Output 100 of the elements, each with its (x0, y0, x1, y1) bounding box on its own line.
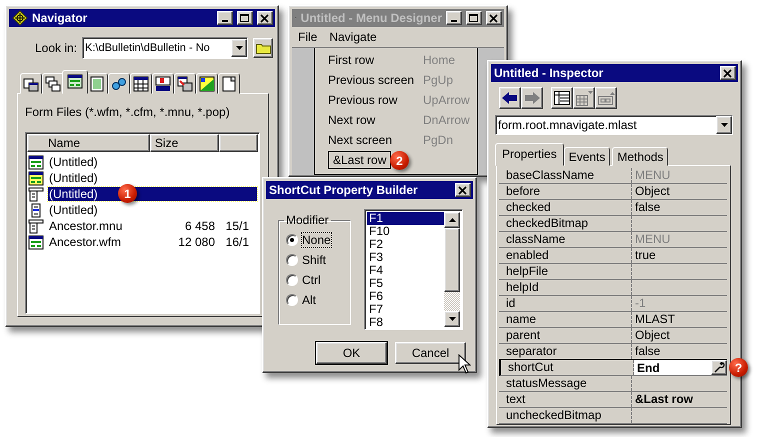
menu-item[interactable]: Previous row (328, 93, 423, 107)
close-button[interactable] (486, 11, 502, 25)
column-header[interactable]: Size (150, 134, 219, 152)
menu-shortcut: Home (423, 53, 456, 67)
minimize-icon (451, 20, 457, 22)
object-dropdown[interactable]: form.root.mnavigate.mlast (495, 115, 733, 135)
close-button[interactable] (720, 66, 736, 80)
menu-item[interactable]: Previous screen (328, 73, 423, 87)
minimize-button[interactable] (217, 11, 233, 25)
navigator-tab[interactable] (20, 73, 42, 94)
navigator-tab[interactable] (62, 70, 88, 94)
navigator-tab[interactable] (108, 73, 130, 94)
property-name[interactable]: parent (499, 328, 632, 343)
radio-label[interactable]: Ctrl (302, 272, 321, 286)
file-size: 12 080 (177, 235, 215, 249)
chain-icon (111, 76, 127, 92)
menu-bar-item[interactable]: File (298, 30, 318, 44)
menu-shortcut: PgDn (423, 133, 454, 147)
toolbar-button[interactable] (499, 87, 521, 109)
radio-label[interactable]: Shift (302, 252, 326, 266)
property-value: MENU (634, 168, 672, 183)
menu-bar-item[interactable]: Navigate (329, 30, 377, 44)
picture-icon (199, 76, 215, 92)
key-item[interactable]: F7 (367, 303, 444, 316)
callout-badge: 2 (390, 151, 409, 170)
property-name[interactable]: id (499, 296, 632, 311)
toggle-icon (598, 92, 614, 104)
inspector-tab[interactable]: Properties (495, 143, 564, 166)
inspector-tab[interactable]: Methods (612, 147, 668, 166)
folder-icon (256, 42, 271, 54)
key-item[interactable]: F6 (367, 290, 444, 303)
menu-item[interactable]: Next screen (328, 133, 423, 147)
navigator-tab[interactable] (42, 73, 64, 94)
property-name[interactable]: separator (499, 344, 632, 359)
property-value: true (634, 248, 657, 263)
column-header[interactable]: Name (27, 134, 150, 152)
radio-button[interactable] (286, 294, 298, 306)
property-name[interactable]: className (499, 232, 632, 247)
column-header[interactable] (218, 134, 258, 152)
property-name[interactable]: checked (499, 200, 632, 215)
menu-item-editor[interactable]: &Last row (328, 151, 392, 169)
navigator-tab[interactable] (130, 73, 152, 94)
key-item[interactable]: F10 (367, 225, 444, 238)
menu-item[interactable]: First row (328, 53, 423, 67)
file-name[interactable]: Ancestor.wfm (48, 235, 122, 249)
maximize-button[interactable] (466, 11, 482, 25)
scroll-down-icon (448, 317, 456, 321)
folder-button[interactable] (253, 38, 274, 58)
key-item[interactable]: F1 (367, 212, 444, 225)
navigator-tab[interactable] (152, 73, 174, 94)
file-name[interactable]: (Untitled) (48, 155, 99, 169)
property-value: Object (634, 184, 671, 199)
property-value: MENU (634, 232, 672, 247)
maximize-button[interactable] (237, 11, 253, 25)
property-name[interactable]: checkedBitmap (499, 216, 632, 231)
menu-item[interactable]: Next row (328, 113, 423, 127)
close-button[interactable] (455, 183, 471, 197)
list-view-icon (554, 91, 570, 105)
file-name[interactable]: (Untitled) (48, 171, 99, 185)
radio-label[interactable]: Alt (302, 292, 316, 306)
file-size: 6 458 (184, 219, 215, 233)
window-title: Untitled - Menu Designer (300, 11, 442, 25)
key-item[interactable]: F2 (367, 238, 444, 251)
property-name[interactable]: enabled (499, 248, 632, 263)
key-item[interactable]: F8 (367, 316, 444, 327)
minimize-button[interactable] (446, 11, 462, 25)
inspector-tab[interactable]: Events (564, 147, 610, 166)
toolbar-button[interactable] (551, 87, 573, 109)
property-name[interactable]: helpId (499, 280, 632, 295)
ok-button[interactable]: OK (316, 342, 387, 364)
radio-button[interactable] (286, 234, 298, 246)
key-item[interactable]: F5 (367, 277, 444, 290)
navigator-tab[interactable] (218, 73, 240, 94)
radio-button[interactable] (286, 254, 298, 266)
property-name[interactable]: uncheckedBitmap (499, 408, 632, 423)
navigator-tab[interactable] (174, 73, 196, 94)
close-icon (489, 14, 499, 22)
property-name[interactable]: helpFile (499, 264, 632, 279)
property-name[interactable]: name (499, 312, 632, 327)
property-name[interactable]: statusMessage (499, 376, 632, 391)
radio-button[interactable] (286, 274, 298, 286)
property-value: MLAST (634, 312, 676, 327)
scrollbar[interactable] (444, 212, 460, 327)
file-name[interactable]: (Untitled) (48, 203, 99, 217)
close-button[interactable] (257, 11, 273, 25)
radio-label[interactable]: None (302, 232, 331, 246)
navigator-tab[interactable] (86, 73, 108, 94)
property-name[interactable]: text (499, 392, 632, 407)
property-name[interactable]: before (499, 184, 632, 199)
callout-badge: ? (729, 358, 748, 377)
form-file-icon (28, 234, 44, 250)
key-item[interactable]: F4 (367, 264, 444, 277)
look-in-dropdown[interactable]: K:\dBulletin\dBulletin - No (82, 37, 248, 59)
navigator-tab[interactable] (196, 73, 218, 94)
property-name[interactable]: baseClassName (499, 168, 632, 183)
cancel-button[interactable]: Cancel (395, 342, 466, 364)
dropdown-arrow-icon (236, 46, 243, 50)
file-name[interactable]: Ancestor.mnu (48, 219, 124, 233)
maximize-icon (240, 14, 250, 22)
key-item[interactable]: F3 (367, 251, 444, 264)
